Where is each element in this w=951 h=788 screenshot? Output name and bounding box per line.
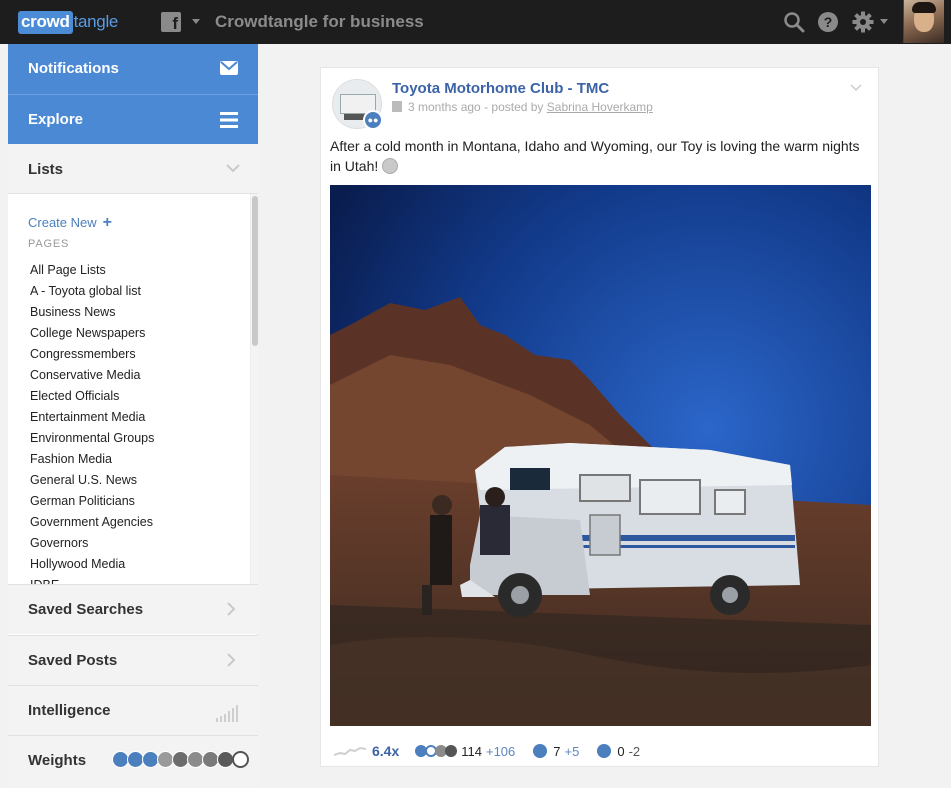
chevron-down-icon [226,164,240,173]
list-item[interactable]: Government Agencies [30,512,154,533]
share-icon [597,744,612,758]
chevron-right-icon [227,653,236,667]
group-badge-icon: ●● [363,110,383,130]
search-icon[interactable] [783,11,805,33]
sparkline-icon[interactable] [334,745,366,757]
list-item[interactable]: A - Toyota global list [30,281,154,302]
nav-notifications[interactable]: Notifications [8,44,258,94]
envelope-icon [220,61,238,75]
post-stats: 6.4x 114 +106 7 +5 0 -2 [334,740,640,762]
saved-searches-label: Saved Searches [28,601,144,618]
list-item[interactable]: IDBE [30,575,154,584]
posted-by-prefix: - posted by [484,100,544,114]
menu-icon [220,112,238,128]
create-new-list-button[interactable]: Create New + [28,214,112,232]
list-item[interactable]: General U.S. News [30,470,154,491]
poster-link[interactable]: Sabrina Hoverkamp [547,100,653,114]
post-message: After a cold month in Montana, Idaho and… [330,138,860,174]
grimace-emoji-icon [382,158,399,174]
weights-label: Weights [28,752,87,769]
list-item[interactable]: Governors [30,533,154,554]
list-item[interactable]: Hollywood Media [30,554,154,575]
list-item[interactable]: Fashion Media [30,449,154,470]
platform-dropdown-caret-icon[interactable] [192,19,200,24]
list-item[interactable]: Environmental Groups [30,428,154,449]
nav-explore[interactable]: Explore [8,94,258,144]
reactions-icon [415,745,458,757]
lists-section-header[interactable]: Lists [8,144,258,194]
comment-icon [533,744,548,758]
sidebar: Notifications Explore Lists Create New + … [8,44,258,788]
avatar-hair [912,2,936,13]
nav-weights[interactable]: Weights [8,735,258,788]
heart-weight-icon [232,751,249,768]
weights-reaction-icons [112,751,249,768]
comments-count: 7 [553,743,561,759]
lists-scrollbar[interactable] [250,194,258,584]
logo-crowd: crowd [18,10,73,34]
nav-saved-posts[interactable]: Saved Posts [8,635,258,685]
post-age[interactable]: 3 months ago [408,100,481,114]
dashboard-title[interactable]: Crowdtangle for business [215,12,424,32]
list-item[interactable]: Congressmembers [30,344,154,365]
shares-delta: -2 [628,743,641,759]
list-item[interactable]: College Newspapers [30,323,154,344]
nav-saved-searches[interactable]: Saved Searches [8,584,258,634]
svg-text:?: ? [824,14,833,30]
top-bar: crowd tangle f Crowdtangle for business … [0,0,951,44]
facebook-small-icon [392,101,402,112]
post-meta: 3 months ago - posted by Sabrina Hoverka… [392,100,653,114]
pages-section-label: PAGES [28,238,70,250]
gear-icon[interactable] [852,11,874,33]
list-item[interactable]: Conservative Media [30,365,154,386]
crowdtangle-logo[interactable]: crowd tangle [18,10,118,34]
chevron-right-icon [227,602,236,616]
shares-count: 0 [617,743,625,759]
list-item[interactable]: German Politicians [30,491,154,512]
page-name-link[interactable]: Toyota Motorhome Club - TMC [392,80,609,97]
chevron-down-icon[interactable] [850,84,862,92]
intelligence-label: Intelligence [28,702,111,719]
lists-label: Lists [28,161,64,178]
reactions-count: 114 [461,743,482,759]
facebook-icon[interactable]: f [161,12,181,32]
list-item[interactable]: Entertainment Media [30,407,154,428]
plus-icon: + [102,214,112,231]
lists-panel: Create New + PAGES All Page Lists A - Toy… [8,194,258,584]
post-photo[interactable] [330,185,871,726]
post-card: ●● Toyota Motorhome Club - TMC 3 months … [320,67,879,767]
help-icon[interactable]: ? [817,11,839,33]
overperforming-score[interactable]: 6.4x [372,743,399,759]
create-new-label: Create New [28,215,97,230]
logo-tangle: tangle [73,12,119,31]
list-item[interactable]: All Page Lists [30,260,154,281]
page-lists: All Page Lists A - Toyota global list Bu… [30,260,154,584]
settings-caret-icon[interactable] [880,19,888,24]
nav-explore-label: Explore [28,111,84,128]
nav-notifications-label: Notifications [28,60,119,77]
saved-posts-label: Saved Posts [28,652,118,669]
nav-intelligence[interactable]: Intelligence [8,685,258,735]
list-item[interactable]: Business News [30,302,154,323]
reactions-delta: +106 [485,743,516,759]
scrollbar-thumb[interactable] [252,196,258,346]
user-avatar[interactable] [903,0,944,43]
post-text: After a cold month in Montana, Idaho and… [330,136,870,176]
comments-delta: +5 [564,743,580,759]
bars-chart-icon [216,705,238,722]
list-item[interactable]: Elected Officials [30,386,154,407]
